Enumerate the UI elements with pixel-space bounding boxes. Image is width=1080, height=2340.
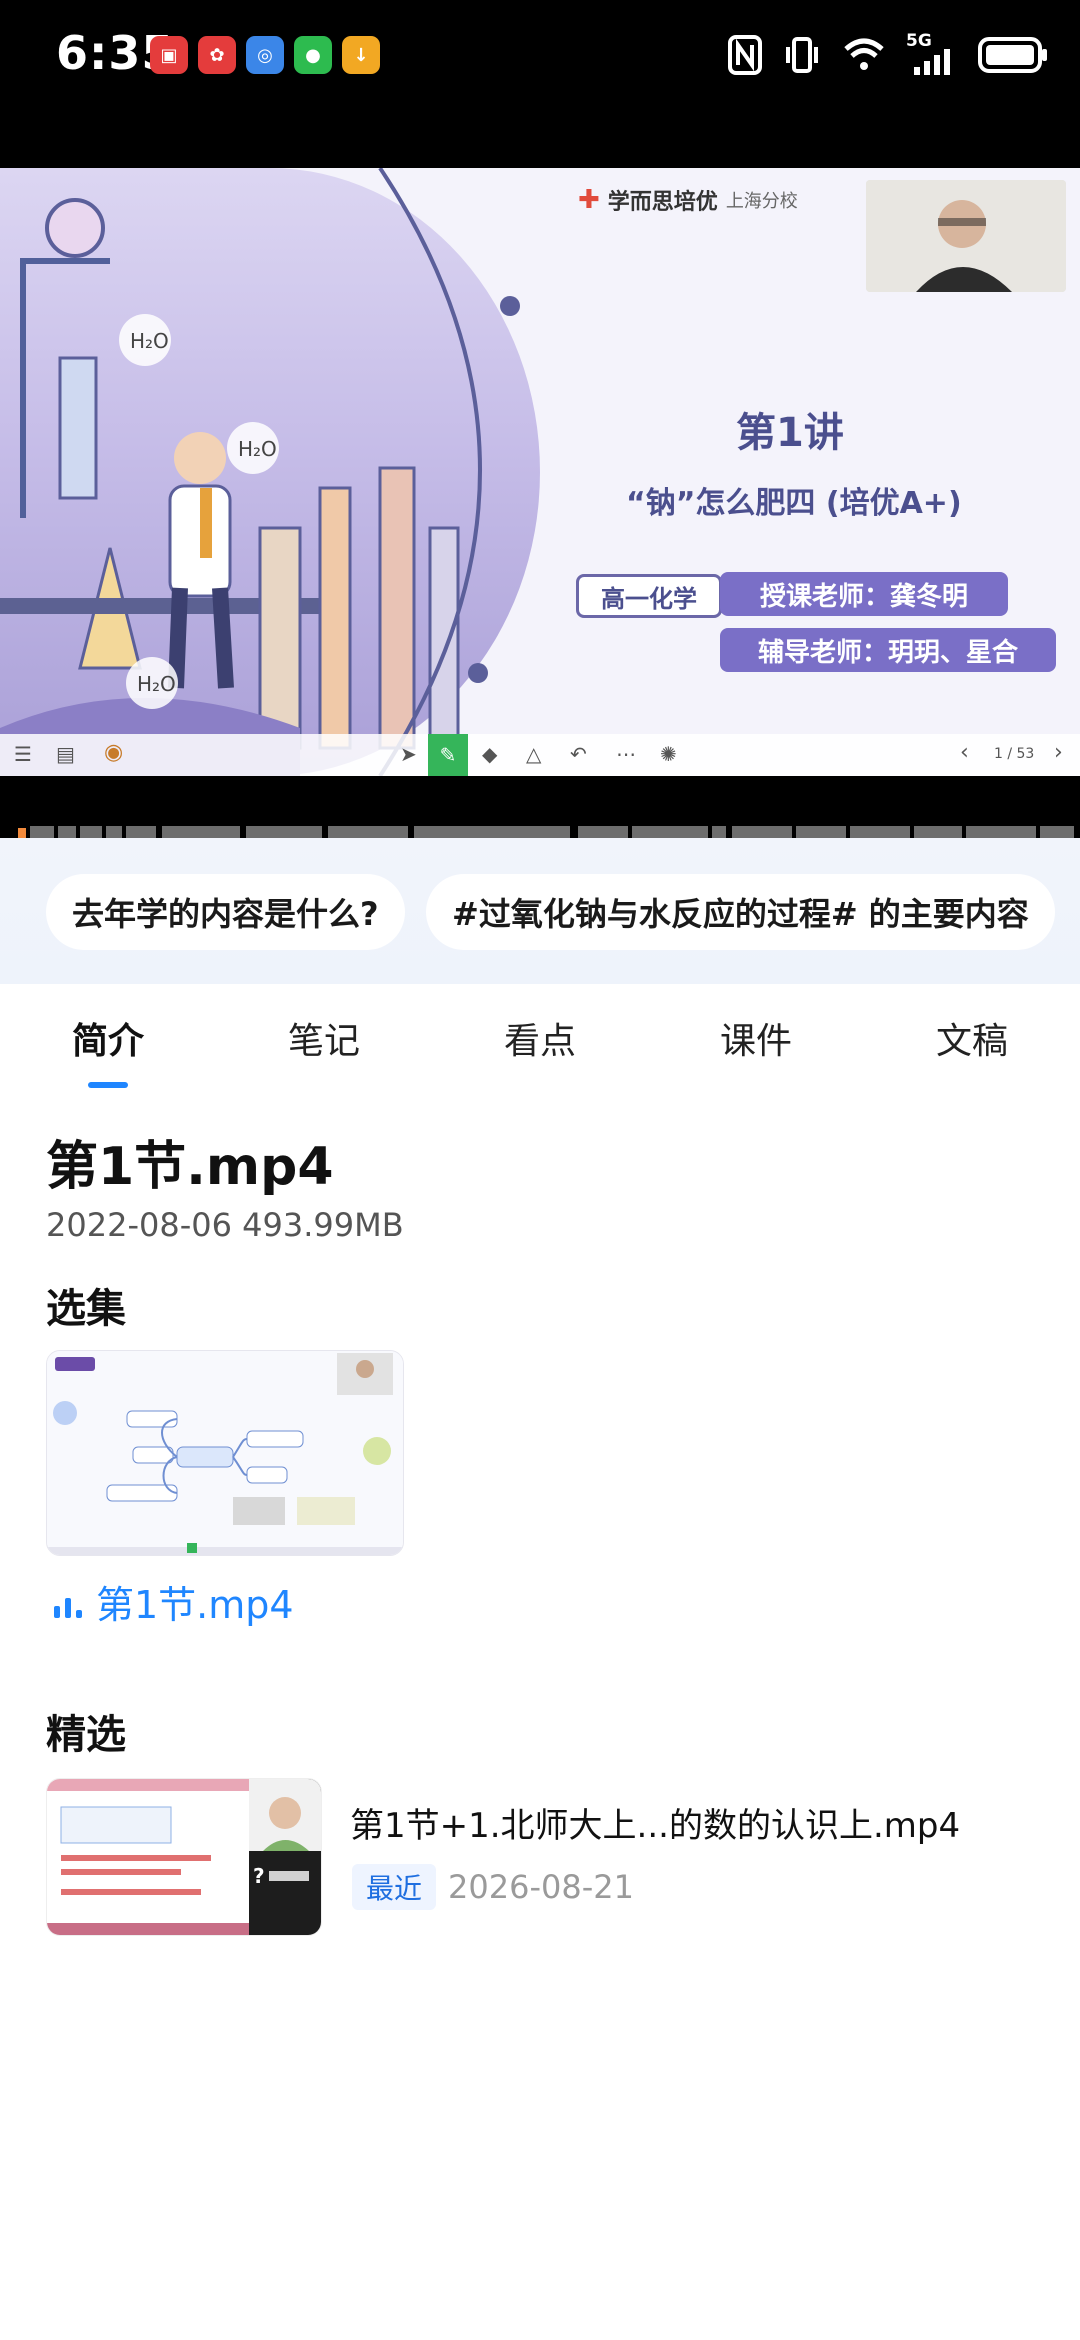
nfc-icon — [728, 35, 762, 75]
arc-decoration — [378, 168, 520, 776]
brand-branch: 上海分校 — [725, 191, 798, 212]
more-icon[interactable]: ⋯ — [616, 742, 636, 766]
video-meta: 2022-08-06 493.99MB — [46, 1206, 404, 1244]
signal-icon: 5G — [906, 31, 958, 75]
tab-notes[interactable]: 笔记 — [288, 1012, 360, 1064]
status-bar: 6:35 ▣ ✿ ◎ ● ↓ 5G — [0, 0, 1080, 168]
svg-text:H₂O: H₂O — [137, 672, 176, 696]
teacher-webcam — [866, 180, 1066, 292]
battery-icon — [978, 37, 1047, 73]
featured-title[interactable]: 第1节+1.北师大上...的数的认识上.mp4 — [350, 1798, 960, 1847]
chapter-progress-strip[interactable] — [0, 776, 1080, 838]
chip-label: 去年学的内容是什么? — [72, 895, 379, 933]
course-tag: 高一化学 — [576, 574, 722, 618]
featured-preview: ? — [47, 1779, 321, 1935]
tab-highlights[interactable]: 看点 — [504, 1012, 576, 1064]
episode-thumbnail[interactable] — [46, 1350, 404, 1556]
episodes-heading: 选集 — [46, 1286, 126, 1332]
tab-intro[interactable]: 简介 — [72, 1012, 144, 1064]
tab-transcript[interactable]: 文稿 — [936, 1012, 1008, 1064]
shape-icon[interactable]: △ — [526, 742, 541, 766]
episode-label[interactable]: 第1节.mp4 — [96, 1574, 294, 1629]
svg-text:?: ? — [253, 1864, 265, 1888]
lecture-subtitle: “钠”怎么肥四 (培优A+) — [626, 486, 962, 521]
lecture-number: 第1讲 — [736, 410, 844, 456]
chapter-markers[interactable] — [0, 776, 1080, 838]
menu-icon[interactable]: ☰ — [14, 742, 32, 766]
prev-page-icon[interactable]: ‹ — [960, 740, 969, 765]
eraser-icon[interactable]: ◆ — [482, 742, 497, 766]
next-page-icon[interactable]: › — [1054, 740, 1063, 765]
tab-bar: 简介 笔记 看点 课件 文稿 — [0, 984, 1080, 1088]
tab-indicator — [88, 1082, 128, 1088]
video-player[interactable]: H₂O H₂O H₂O ✚ 学而思培优 上海分校 第1讲 “钠”怎么肥四 (培优… — [0, 168, 1080, 776]
system-icons: 5G — [728, 30, 1050, 80]
notification-app-icon: ▣ — [150, 36, 188, 74]
pointer-icon[interactable]: ➤ — [400, 742, 417, 766]
playing-icon — [54, 1598, 82, 1618]
assistant-tag: 辅导老师：玥玥、星合 — [720, 628, 1056, 672]
teacher-tag: 授课老师：龚冬明 — [720, 572, 1008, 616]
document-icon[interactable]: ▤ — [56, 742, 75, 766]
browser-app-icon: ◎ — [246, 36, 284, 74]
chip-topic[interactable]: #过氧化钠与水反应的过程# 的主要内容 — [426, 874, 1055, 950]
featured-heading: 精选 — [46, 1712, 126, 1758]
mindmap-preview — [47, 1351, 403, 1555]
undo-icon[interactable]: ↶ — [570, 742, 587, 766]
download-app-icon: ↓ — [342, 36, 380, 74]
brand-logo: ✚ 学而思培优 上海分校 — [578, 184, 798, 216]
tab-courseware[interactable]: 课件 — [720, 1012, 792, 1064]
featured-thumbnail[interactable]: ? — [46, 1778, 322, 1936]
video-title: 第1节.mp4 — [46, 1137, 334, 1197]
recent-badge: 最近 — [352, 1864, 437, 1910]
content-card: 简介 笔记 看点 课件 文稿 第1节.mp4 2022-08-06 493.99… — [0, 984, 1080, 2340]
chip-question[interactable]: 去年学的内容是什么? — [46, 874, 405, 950]
logo-mark-icon: ✚ — [578, 185, 600, 215]
chip-label: #过氧化钠与水反应的过程# 的主要内容 — [452, 895, 1029, 933]
featured-date: 2026-08-21 — [448, 1868, 634, 1906]
brand-name: 学而思培优 — [607, 190, 718, 215]
badge-icon[interactable]: ◉ — [104, 740, 123, 765]
network-type-label: 5G — [906, 31, 932, 51]
page-counter: 1 / 53 — [994, 746, 1035, 762]
svg-text:H₂O: H₂O — [238, 437, 277, 461]
vibrate-icon — [786, 37, 818, 73]
pen-icon[interactable]: ✎ — [428, 734, 468, 776]
suggestion-chips: 去年学的内容是什么? #过氧化钠与水反应的过程# 的主要内容 — [0, 838, 1080, 984]
slide-toolbar: ☰ ▤ ◉ ➤ ✎ ◆ △ ↶ ⋯ ✺ ‹ 1 / 53 › — [0, 734, 1080, 776]
record-icon[interactable]: ✺ — [660, 742, 677, 766]
svg-text:H₂O: H₂O — [130, 329, 169, 353]
wifi-icon — [844, 38, 884, 70]
huawei-app-icon: ✿ — [198, 36, 236, 74]
wechat-icon: ● — [294, 36, 332, 74]
